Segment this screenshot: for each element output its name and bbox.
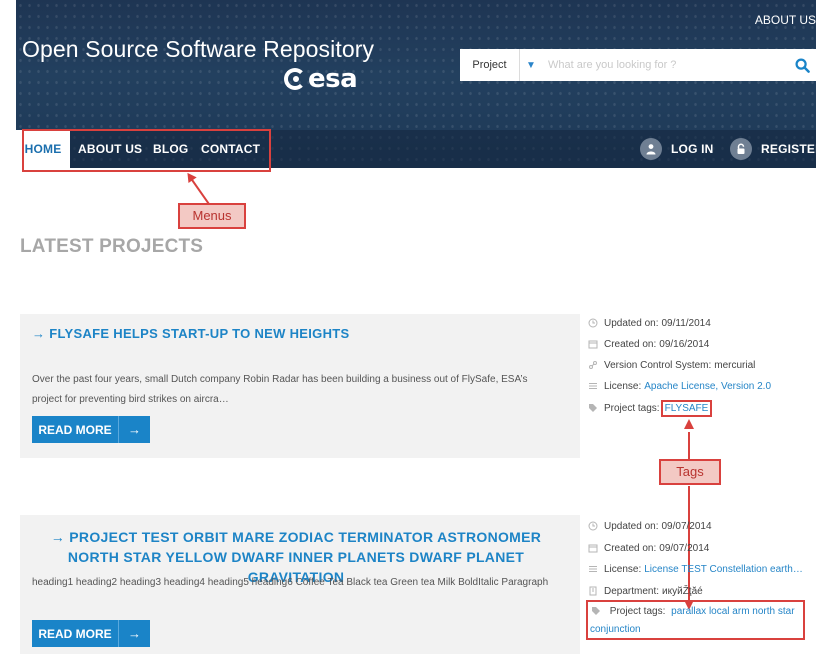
meta-value: 09/07/2014	[659, 542, 710, 554]
top-about-link[interactable]: ABOUT US	[755, 13, 816, 27]
tags-annotation-pointer-up	[688, 432, 690, 462]
read-more-label: READ MORE	[38, 422, 112, 437]
calendar-icon	[587, 543, 599, 553]
meta-value: 09/07/2014	[661, 520, 712, 532]
building-icon	[587, 586, 599, 596]
read-more-label: READ MORE	[38, 626, 112, 641]
user-icon	[640, 138, 662, 160]
license-link[interactable]: Apache License, Version 2.0	[644, 381, 771, 392]
meta-label: Created on:	[604, 542, 657, 554]
tags-annotation-arrowhead-up	[684, 419, 694, 429]
arrow-right-icon: →	[118, 620, 150, 647]
search-category-select[interactable]: Project	[460, 49, 520, 81]
read-more-button[interactable]: READ MORE →	[32, 620, 150, 647]
license-link[interactable]: License TEST Constellation earth…	[644, 564, 803, 575]
meta-label: Created on:	[604, 338, 657, 350]
meta-department: Department: икуйŽţăé	[587, 583, 703, 599]
section-title: LATEST PROJECTS	[20, 236, 204, 257]
meta-updated: Updated on: 09/11/2014	[587, 315, 711, 331]
meta-license: License: License TEST Constellation eart…	[587, 561, 803, 577]
branch-icon	[587, 360, 599, 370]
meta-created: Created on: 09/07/2014	[587, 540, 709, 556]
arrow-right-icon: →	[118, 416, 150, 443]
meta-value: икуйŽţăé	[662, 585, 703, 597]
page: Open Source Software Repository esa ABOU…	[0, 0, 816, 654]
clock-icon	[587, 521, 599, 531]
meta-label: License:	[604, 563, 642, 575]
lock-icon	[730, 138, 752, 160]
meta-license: License: Apache License, Version 2.0	[587, 378, 771, 394]
search-bar: Project ▼	[460, 49, 816, 81]
meta-label: Updated on:	[604, 520, 659, 532]
tag-icon	[587, 403, 599, 413]
meta-label: License:	[604, 380, 642, 392]
menus-annotation-label: Menus	[178, 203, 246, 229]
meta-value: mercurial	[714, 359, 756, 371]
tags-annotation-label: Tags	[659, 459, 721, 485]
menus-annotation-box	[22, 129, 271, 172]
meta-updated: Updated on: 09/07/2014	[587, 518, 712, 534]
meta-tags: Project tags: parallax local arm north s…	[590, 603, 802, 639]
meta-label: Project tags:	[609, 606, 666, 617]
meta-label: Department:	[604, 585, 660, 597]
meta-created: Created on: 09/16/2014	[587, 336, 709, 352]
clock-icon	[587, 318, 599, 328]
read-more-button[interactable]: READ MORE →	[32, 416, 150, 443]
list-icon	[587, 381, 599, 391]
meta-label: Project tags:	[604, 402, 660, 414]
tag-link[interactable]: FLYSAFE	[660, 399, 713, 417]
project-card: → FLYSAFE HELPS START-UP TO NEW HEIGHTS …	[20, 314, 580, 458]
list-icon	[587, 564, 599, 574]
search-icon[interactable]	[788, 57, 816, 73]
esa-logo-icon	[284, 68, 306, 90]
calendar-icon	[587, 339, 599, 349]
meta-label: Version Control System:	[604, 359, 712, 371]
menus-annotation-pointer	[189, 176, 211, 206]
project-card: → PROJECT TEST ORBIT MARE ZODIAC TERMINA…	[20, 515, 580, 654]
meta-value: 09/11/2014	[661, 317, 711, 329]
meta-vcs: Version Control System: mercurial	[587, 357, 755, 373]
meta-tags: Project tags: FLYSAFE	[587, 399, 713, 417]
project-summary: Over the past four years, small Dutch co…	[32, 374, 528, 405]
register-button[interactable]: REGISTER	[730, 130, 816, 168]
login-label: LOG IN	[671, 142, 714, 156]
tag-icon	[590, 606, 602, 616]
project-title-link[interactable]: → FLYSAFE HELPS START-UP TO NEW HEIGHTS	[32, 326, 349, 341]
search-input[interactable]	[542, 59, 788, 71]
login-button[interactable]: LOG IN	[640, 130, 714, 168]
meta-value: 09/16/2014	[659, 338, 710, 350]
project-summary: heading1 heading2 heading3 heading4 head…	[32, 577, 549, 588]
esa-logo[interactable]: esa	[284, 64, 358, 94]
meta-label: Updated on:	[604, 317, 659, 329]
project-meta: Updated on: 09/11/2014 Created on: 09/16…	[587, 315, 812, 435]
chevron-down-icon[interactable]: ▼	[520, 60, 542, 71]
esa-logo-text: esa	[308, 64, 358, 94]
site-title[interactable]: Open Source Software Repository	[22, 36, 374, 63]
register-label: REGISTER	[761, 142, 816, 156]
